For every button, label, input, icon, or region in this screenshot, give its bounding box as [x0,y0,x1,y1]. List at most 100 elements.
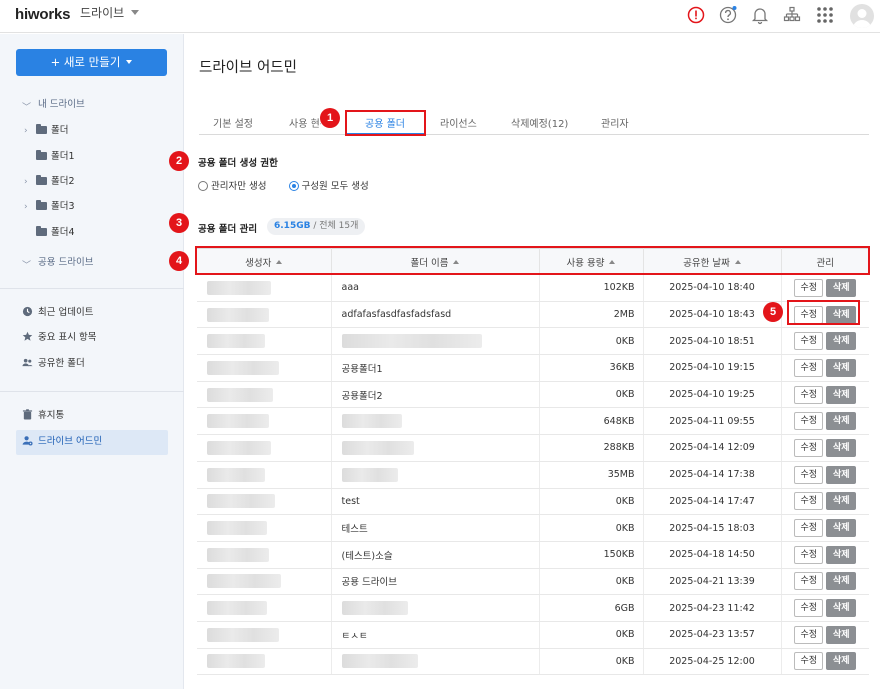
usage-cell: 36KB [539,354,644,382]
hiworks-logo[interactable]: hiworks [15,6,70,23]
tab-usage[interactable]: 사용 현황 [289,115,321,130]
app-grid-icon[interactable] [815,5,835,25]
edit-button[interactable]: 수정 [794,545,824,564]
folder-name-cell: adfafasfasdfasfadsfasd [331,301,540,329]
chevron-down-icon[interactable] [131,10,139,15]
edit-button[interactable]: 수정 [794,652,824,671]
delete-button[interactable]: 삭제 [826,332,857,351]
shared-date-cell: 2025-04-23 11:42 [643,594,782,622]
table-row: 288KB 2025-04-14 12:09 수정 삭제 [197,434,869,462]
delete-button[interactable]: 삭제 [826,572,857,591]
help-icon[interactable] [718,5,738,25]
sidebar-folder-3[interactable]: 폴더3 [36,199,75,215]
app-switcher[interactable]: 드라이브 [80,4,124,21]
delete-button[interactable]: 삭제 [826,625,857,644]
alert-icon[interactable] [686,5,706,25]
folder-name: 공용폴더2 [341,390,383,402]
chevron-down-icon[interactable]: ﹀ [22,258,31,271]
chevron-down-icon [126,59,133,64]
tab-pending-delete[interactable]: 삭제예정(12) [511,115,568,130]
blurred-creator [207,440,271,455]
blurred-creator [207,387,273,402]
edit-button[interactable]: 수정 [794,358,824,377]
new-create-label: + 새로 만들기 [50,55,121,69]
table-row: (테스트)소슬 150KB 2025-04-18 14:50 수정 삭제 [197,541,869,569]
chevron-down-icon[interactable]: ﹀ [22,100,31,113]
sidebar-folder-2[interactable]: 폴더2 [36,174,75,190]
delete-button[interactable]: 삭제 [826,545,857,564]
bell-icon[interactable] [750,5,770,25]
creator-cell [197,488,332,516]
delete-button[interactable]: 삭제 [826,492,857,511]
manage-section-title: 공용 폴더 관리 [198,224,258,235]
new-create-button[interactable]: + 새로 만들기 [16,49,167,76]
avatar[interactable] [850,4,874,28]
edit-button[interactable]: 수정 [794,412,824,431]
edit-button[interactable]: 수정 [794,572,824,591]
sidebar-shared-drive[interactable]: 공용 드라이브 [38,255,93,271]
chevron-right-icon[interactable]: › [24,177,28,187]
highlight-box [345,110,426,136]
delete-button[interactable]: 삭제 [826,519,857,538]
sidebar-drive-admin[interactable]: 드라이브 어드민 [22,434,102,450]
highlight-box [787,300,860,325]
sidebar-folder-1[interactable]: 폴더1 [36,149,75,165]
sidebar-my-drive[interactable]: 내 드라이브 [38,97,85,113]
radio-all-members-label[interactable]: 구성원 모두 생성 [302,181,369,192]
radio-admin-only-label[interactable]: 관리자만 생성 [211,181,266,192]
edit-button[interactable]: 수정 [794,465,824,484]
shared-date-cell: 2025-04-14 17:38 [643,461,782,489]
delete-button[interactable]: 삭제 [826,438,857,457]
usage-cell: 35MB [539,461,644,489]
sidebar-folder-label: 폴더1 [51,151,75,162]
sidebar-folder[interactable]: 폴더 [36,123,68,139]
edit-button[interactable]: 수정 [794,519,824,538]
sidebar-trash[interactable]: 휴지통 [22,408,64,424]
chevron-right-icon[interactable]: › [24,202,28,212]
delete-button[interactable]: 삭제 [826,358,857,377]
shared-date-cell: 2025-04-11 09:55 [643,407,782,436]
folder-name-cell: test [331,488,540,516]
table-row: 35MB 2025-04-14 17:38 수정 삭제 [197,461,869,489]
folder-name-cell: 테스트 [331,514,540,542]
radio-all-members[interactable] [288,180,299,191]
edit-button[interactable]: 수정 [794,625,824,644]
delete-button[interactable]: 삭제 [826,652,857,671]
manage-cell: 수정 삭제 [781,274,869,302]
edit-button[interactable]: 수정 [794,599,824,618]
blurred-folder-name [341,654,418,669]
edit-button[interactable]: 수정 [794,332,824,351]
folder-icon [36,149,47,160]
delete-button[interactable]: 삭제 [826,412,857,431]
table-row: 0KB 2025-04-25 12:00 수정 삭제 [197,648,869,676]
sidebar-shared-folders[interactable]: 공유한 폴더 [22,356,85,372]
usage-cell: 0KB [539,381,644,409]
usage-cell: 102KB [539,274,644,302]
sidebar-admin-label: 드라이브 어드민 [38,436,103,447]
delete-button[interactable]: 삭제 [826,465,857,484]
chevron-right-icon[interactable]: › [24,126,28,136]
creator-cell [197,301,332,329]
sidebar-recent-updates[interactable]: 최근 업데이트 [22,305,93,321]
radio-admin-only[interactable] [198,180,208,191]
edit-button[interactable]: 수정 [794,492,824,511]
tab-license[interactable]: 라이선스 [440,115,477,130]
edit-button[interactable]: 수정 [794,278,824,297]
sidebar-starred[interactable]: 중요 표시 항목 [22,330,96,346]
folder-name-cell: ㅌㅅㅌ [331,621,540,649]
annotation-badge: 4 [169,251,189,271]
edit-button[interactable]: 수정 [794,438,824,457]
creator-cell [197,327,332,356]
folder-name-cell: 공용폴더2 [331,381,540,409]
delete-button[interactable]: 삭제 [826,278,857,297]
tab-basic-settings[interactable]: 기본 설정 [213,115,253,130]
delete-button[interactable]: 삭제 [826,599,857,618]
tab-admins[interactable]: 관리자 [601,115,629,130]
folder-name: 테스트 [341,524,368,536]
sidebar-folder-4[interactable]: 폴더4 [36,225,75,241]
edit-button[interactable]: 수정 [794,385,824,404]
table-body: aaa 102KB 2025-04-10 18:40 수정 삭제 adfafasfasdf… [197,274,869,676]
manage-cell: 수정 삭제 [781,327,869,356]
org-chart-icon[interactable] [782,5,802,25]
delete-button[interactable]: 삭제 [826,385,857,404]
